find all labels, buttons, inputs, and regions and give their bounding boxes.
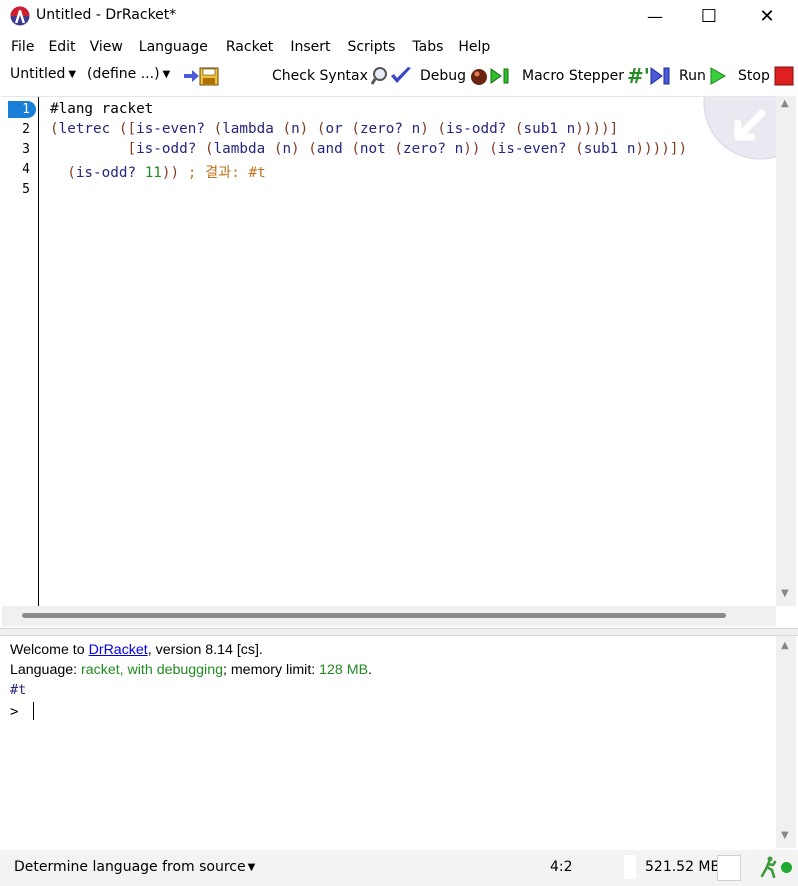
macro-stepper-label: Macro Stepper [522, 68, 624, 84]
svg-text:#': #' [627, 66, 650, 86]
definitions-editor[interactable]: 1 2 3 4 5 #lang racket (letrec ([is-even… [2, 96, 776, 607]
line-number: 5 [22, 182, 30, 197]
memory-usage[interactable]: 521.52 MB [645, 859, 720, 875]
menu-tabs[interactable]: Tabs [395, 39, 443, 55]
toolbar: Untitled ▼ (define ...) ▼ Check Syntax D… [0, 62, 798, 90]
save-button[interactable] [182, 66, 220, 86]
save-icon [184, 67, 219, 86]
scroll-down-icon[interactable]: ▼ [781, 588, 789, 599]
code-line: [is-odd? (lambda (n) (and (not (zero? n)… [127, 141, 688, 157]
line-number: 2 [22, 122, 30, 137]
file-name-menu[interactable]: Untitled ▼ [10, 66, 76, 82]
line-number-gutter: 1 2 3 4 5 [2, 97, 39, 607]
status-dot-icon [781, 862, 792, 873]
line-number: 4 [22, 162, 30, 177]
editor-vertical-scrollbar[interactable]: ▲ ▼ [776, 96, 796, 606]
magnifier-check-icon [370, 67, 411, 85]
status-bar: Determine language from source ▼ 4:2 521… [0, 850, 798, 886]
debug-bug-icon [471, 68, 509, 85]
run-button[interactable]: Run [679, 66, 727, 86]
pane-divider[interactable] [0, 628, 798, 636]
macro-stepper-button[interactable]: Macro Stepper #' [522, 66, 673, 86]
define-menu[interactable]: (define ...) ▼ [87, 66, 170, 82]
title-bar: Untitled - DrRacket* — ☐ ✕ [0, 0, 798, 32]
maximize-button[interactable]: ☐ [686, 0, 732, 32]
repl-vertical-scrollbar[interactable]: ▲ ▼ [776, 636, 796, 848]
welcome-line: Welcome to DrRacket, version 8.14 [cs]. [10, 642, 263, 658]
menu-insert[interactable]: Insert [273, 39, 330, 55]
line-number: 1 [22, 102, 30, 117]
dropdown-arrow-icon: ▼ [162, 68, 171, 80]
stop-square-icon [774, 66, 794, 86]
drracket-logo-icon [10, 6, 30, 26]
language-line: Language: racket, with debugging; memory… [10, 662, 373, 678]
run-label: Run [679, 68, 706, 84]
editor-horizontal-scroll-thumb[interactable] [22, 613, 726, 618]
stop-label: Stop [738, 68, 770, 84]
drracket-link[interactable]: DrRacket [89, 642, 148, 658]
menu-view[interactable]: View [76, 39, 123, 55]
menu-help[interactable]: Help [443, 39, 490, 55]
code-line: #lang racket [50, 101, 154, 117]
macro-stepper-icon: #' [627, 66, 670, 86]
result-value: #t [10, 682, 27, 698]
corner-arrow-icon [703, 97, 776, 160]
window-title: Untitled - DrRacket* [36, 7, 177, 23]
minimize-button[interactable]: — [632, 0, 678, 32]
define-label: (define ...) [87, 66, 160, 82]
check-syntax-label: Check Syntax [272, 68, 368, 84]
repl-prompt[interactable]: > [10, 702, 34, 720]
scroll-up-icon[interactable]: ▲ [781, 98, 789, 109]
debug-button[interactable]: Debug [420, 66, 513, 86]
language-selector[interactable]: Determine language from source ▼ [14, 859, 255, 875]
close-button[interactable]: ✕ [744, 0, 790, 32]
check-syntax-button[interactable]: Check Syntax [272, 66, 413, 86]
dropdown-arrow-icon: ▼ [247, 861, 256, 873]
menu-bar: File Edit View Language Racket Insert Sc… [0, 34, 798, 60]
text-cursor [32, 702, 34, 720]
menu-file[interactable]: File [0, 39, 34, 55]
stop-button[interactable]: Stop [738, 66, 795, 86]
menu-scripts[interactable]: Scripts [330, 39, 395, 55]
dropdown-arrow-icon: ▼ [68, 68, 77, 80]
file-name-label: Untitled [10, 66, 66, 82]
interactions-pane[interactable]: Welcome to DrRacket, version 8.14 [cs]. … [2, 636, 776, 848]
debug-label: Debug [420, 68, 467, 84]
line-number: 3 [22, 142, 30, 157]
running-person-icon [760, 856, 777, 878]
cursor-position: 4:2 [550, 859, 573, 875]
run-play-icon [710, 67, 726, 85]
code-line: (letrec ([is-even? (lambda (n) (or (zero… [50, 121, 619, 137]
scroll-up-icon[interactable]: ▲ [781, 640, 789, 651]
scroll-down-icon[interactable]: ▼ [781, 830, 789, 841]
code-line: (is-odd? 11)) ; 결과: #t [67, 165, 266, 181]
menu-edit[interactable]: Edit [34, 39, 75, 55]
status-blank-box [624, 855, 636, 879]
menu-racket[interactable]: Racket [208, 39, 273, 55]
menu-language[interactable]: Language [123, 39, 208, 55]
gc-indicator [717, 855, 741, 881]
